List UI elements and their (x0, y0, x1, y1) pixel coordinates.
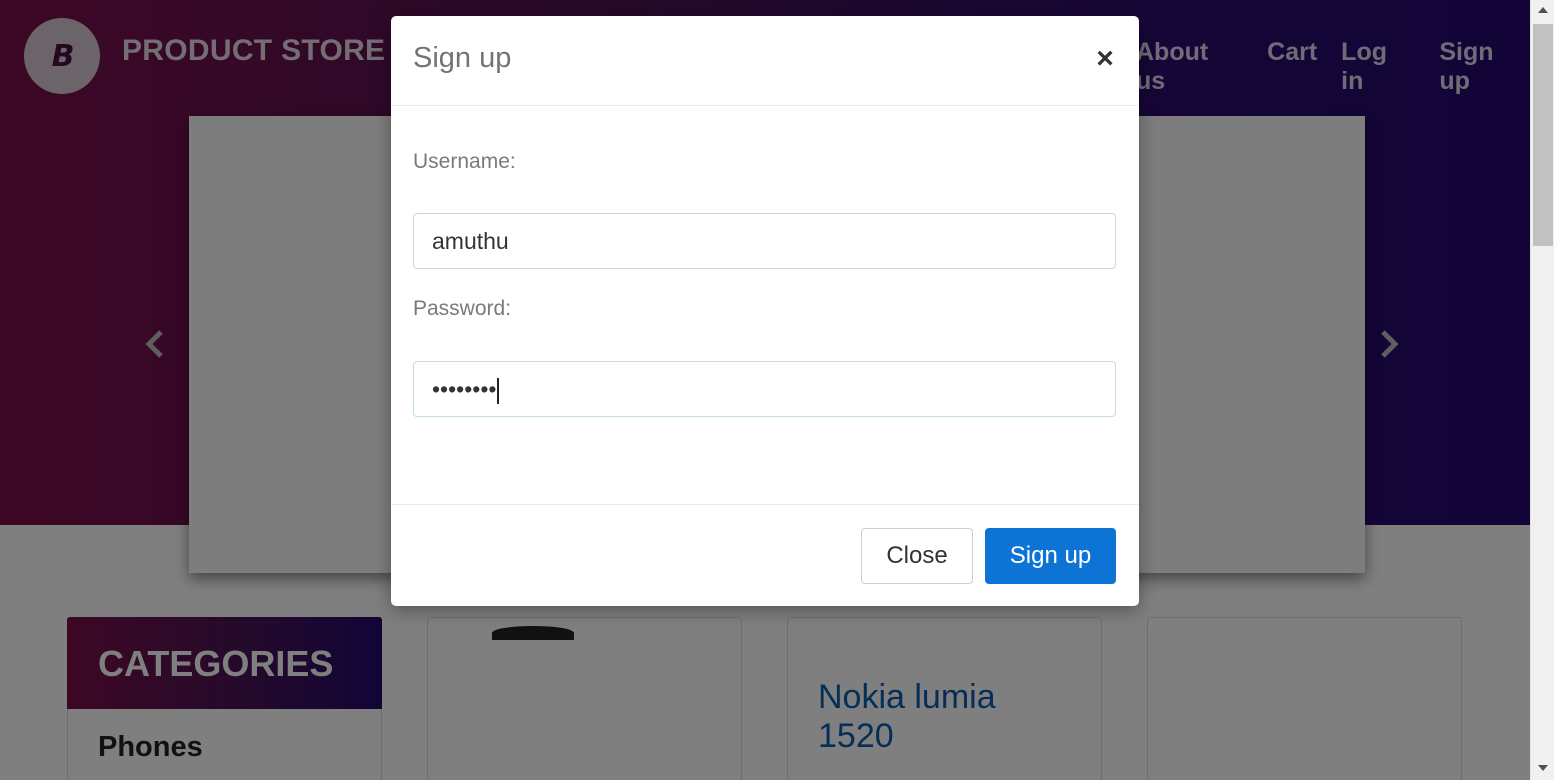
modal-body: Username: amuthu Password: •••••••• (391, 107, 1139, 503)
close-button[interactable]: Close (861, 528, 973, 584)
password-input[interactable]: •••••••• (413, 361, 1116, 417)
page: B PRODUCT STORE About us Cart Log in Sig… (0, 0, 1530, 780)
vertical-scrollbar[interactable] (1530, 0, 1554, 780)
password-label: Password: (413, 297, 512, 320)
close-icon[interactable]: × (1093, 44, 1117, 74)
modal-footer: Close Sign up (391, 504, 1139, 606)
scrollbar-thumb[interactable] (1533, 24, 1553, 246)
modal-title: Sign up (413, 42, 512, 74)
password-value: •••••••• (432, 376, 497, 402)
modal-header: Sign up × (391, 16, 1139, 106)
scroll-up-icon[interactable] (1531, 0, 1554, 20)
username-label: Username: (413, 150, 516, 173)
text-caret (497, 377, 500, 404)
scroll-down-icon[interactable] (1531, 758, 1554, 778)
signup-button[interactable]: Sign up (985, 528, 1116, 584)
username-input[interactable]: amuthu (413, 213, 1116, 269)
signup-modal: Sign up × Username: amuthu Password: •••… (391, 16, 1139, 606)
